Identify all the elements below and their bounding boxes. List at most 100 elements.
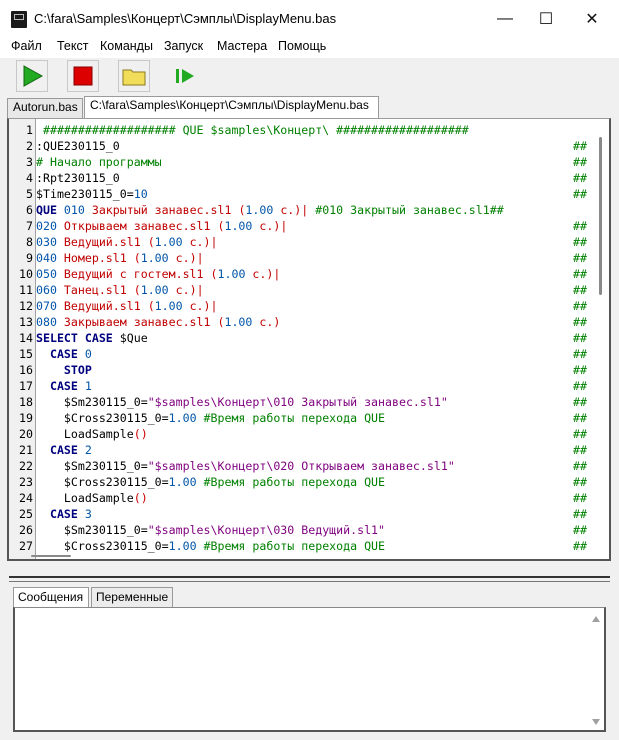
menu-commands[interactable]: Команды [100,39,153,53]
code-token: 10 [133,187,148,201]
messages-panel[interactable] [13,607,606,732]
code-token: $Cross230115_0= [36,475,169,489]
stop-button[interactable] [67,60,99,92]
scrollbar-thumb[interactable] [599,137,602,295]
code-line[interactable]: 060 Танец.sl1 (1.00 с.)| [36,282,204,298]
code-token: Открываем занавес.sl1 [63,219,218,233]
editor-horizontal-scrollbar[interactable] [31,555,71,557]
run-button[interactable] [16,60,48,92]
code-token: STOP [63,363,92,377]
line-end-marker: ## [573,235,587,249]
line-number: 12 [19,299,33,313]
line-end-marker: ## [573,267,587,281]
code-token: 1.00 [140,251,176,265]
code-token: Ведущий.sl1 [63,299,148,313]
code-token: 1.00 [168,475,204,489]
tab-label: Сообщения [18,590,84,604]
code-token: Закрытый занавес.sl1 [91,203,239,217]
line-number: 9 [26,251,33,265]
code-line[interactable]: 040 Номер.sl1 (1.00 с.)| [36,250,204,266]
code-token: () [133,427,148,441]
code-line[interactable]: 050 Ведущий с гостем.sl1 (1.00 с.)| [36,266,280,282]
line-number: 3 [26,155,33,169]
code-line[interactable]: 070 Ведущий.sl1 (1.00 с.)| [36,298,218,314]
code-line[interactable]: QUE 010 Закрытый занавес.sl1 (1.00 с.)| … [36,202,504,218]
code-token: "$samples\Концерт\030 Ведущий.sl1" [147,523,386,537]
code-line[interactable]: CASE 0 [36,346,92,362]
code-token: $Cross230115_0= [36,411,169,425]
code-token: 080 [36,315,64,329]
line-end-marker: ## [573,331,587,345]
run-icon [23,65,43,87]
code-token: CASE [49,507,85,521]
tab-autorun[interactable]: Autorun.bas [7,98,83,118]
code-token: #Время работы перехода QUE [203,411,386,425]
code-line[interactable]: 030 Ведущий.sl1 (1.00 с.)| [36,234,218,250]
code-line[interactable]: $Sm230115_0="$samples\Концерт\020 Открыв… [36,458,455,474]
code-line[interactable]: CASE 3 [36,506,92,522]
toolbar [0,58,619,96]
line-end-marker: ## [573,187,587,201]
code-token: с.)| [252,267,281,281]
code-line[interactable]: 020 Открываем занавес.sl1 (1.00 с.)| [36,218,287,234]
messages-scrollbar[interactable] [590,612,602,727]
menu-text[interactable]: Текст [57,39,88,53]
code-token: 1.00 [140,283,176,297]
code-token: 1.00 [224,219,260,233]
code-line[interactable]: SELECT CASE $Que [36,330,148,346]
line-end-marker: ## [573,539,587,553]
line-end-marker: ## [573,139,587,153]
code-token: LoadSample [36,427,134,441]
code-line[interactable]: CASE 1 [36,378,92,394]
line-number: 10 [19,267,33,281]
close-button[interactable]: ✕ [569,0,615,38]
scroll-down-icon[interactable] [592,719,600,725]
code-line[interactable]: :QUE230115_0 [36,138,120,154]
code-line[interactable]: 080 Закрываем занавес.sl1 (1.00 с.) [36,314,280,330]
code-line[interactable]: LoadSample() [36,490,148,506]
code-line[interactable]: STOP [36,362,92,378]
menu-help[interactable]: Помощь [278,39,326,53]
code-token: ################### QUE $samples\Концерт… [36,123,469,137]
code-line[interactable]: $Time230115_0=10 [36,186,148,202]
step-button[interactable] [169,60,201,92]
menu-wizards[interactable]: Мастера [217,39,267,53]
maximize-button[interactable]: ☐ [523,0,569,38]
line-end-marker: ## [573,379,587,393]
line-end-marker: ## [573,315,587,329]
code-token: 030 [36,235,64,249]
scroll-up-icon[interactable] [592,616,600,622]
tab-variables[interactable]: Переменные [91,587,173,608]
menu-file[interactable]: Файл [11,39,42,53]
code-line[interactable]: ################### QUE $samples\Концерт… [36,122,469,138]
code-line[interactable]: $Cross230115_0=1.00 #Время работы перехо… [36,474,385,490]
line-number: 17 [19,379,33,393]
code-token: $Sm230115_0= [36,459,148,473]
code-line[interactable]: # Начало программы [36,154,162,170]
line-end-marker: ## [573,507,587,521]
tab-messages[interactable]: Сообщения [13,587,89,608]
code-editor[interactable]: 1 2 3 4 5 6 7 8 9 10 11 12 13 14 15 16 17 18 19 20 21 22 23 24 2… [7,118,611,561]
minimize-button[interactable]: — [482,0,528,38]
code-token: 1.00 [168,539,204,553]
app-icon [11,11,27,28]
panel-splitter[interactable] [9,576,610,582]
menu-run[interactable]: Запуск [164,39,203,53]
code-line[interactable]: :Rpt230115_0 [36,170,120,186]
open-button[interactable] [118,60,150,92]
tab-displaymenu[interactable]: C:\fara\Samples\Концерт\Сэмплы\DisplayMe… [84,96,379,118]
code-line[interactable]: $Sm230115_0="$samples\Концерт\010 Закрыт… [36,394,448,410]
code-line[interactable]: CASE 2 [36,442,92,458]
line-number: 27 [19,539,33,553]
code-area[interactable]: ################### QUE $samples\Концерт… [36,119,593,559]
code-line[interactable]: $Cross230115_0=1.00 #Время работы перехо… [36,410,385,426]
code-line[interactable]: $Sm230115_0="$samples\Концерт\030 Ведущи… [36,522,385,538]
editor-vertical-scrollbar[interactable] [593,119,609,559]
code-line[interactable]: $Cross230115_0=1.00 #Время работы перехо… [36,538,385,554]
code-line[interactable]: LoadSample() [36,426,148,442]
code-token: ( [133,283,141,297]
code-token: 050 [36,267,64,281]
line-end-marker: ## [573,283,587,297]
code-token: 1.00 [168,411,204,425]
